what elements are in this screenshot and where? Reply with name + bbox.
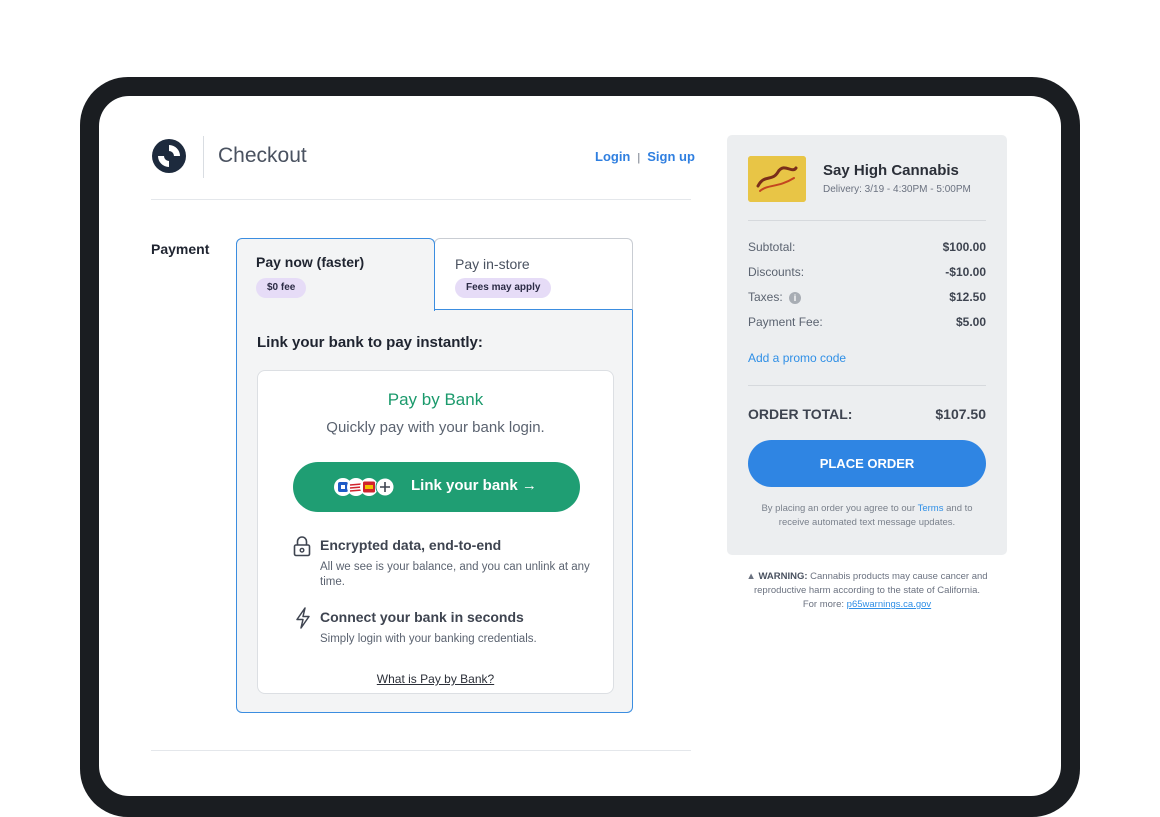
pay-by-bank-subtitle: Quickly pay with your bank login. <box>326 419 545 436</box>
subtotal-label: Subtotal: <box>748 240 796 254</box>
payment-fee-row: Payment Fee: $5.00 <box>748 315 986 329</box>
feature-connect-title: Connect your bank in seconds <box>320 609 524 625</box>
discounts-row: Discounts: -$10.00 <box>748 265 986 279</box>
summary-divider-total <box>748 385 986 386</box>
order-summary: Say High Cannabis Delivery: 3/19 - 4:30P… <box>727 135 1007 555</box>
brand-logo-icon <box>152 139 186 173</box>
warning-more: For more: <box>802 599 847 610</box>
order-total-label: ORDER TOTAL: <box>748 406 853 422</box>
tab-pay-now-badge: $0 fee <box>256 278 307 298</box>
auth-links: Login | Sign up <box>595 149 695 164</box>
what-is-pay-by-bank-link[interactable]: What is Pay by Bank? <box>258 672 613 686</box>
checkout-screen: Checkout Login | Sign up Payment Link your… <box>99 96 1061 796</box>
link-bank-heading: Link your bank to pay instantly: <box>257 334 483 351</box>
feature-connect-desc: Simply login with your banking credentia… <box>320 633 537 645</box>
lightning-icon <box>296 607 310 629</box>
page-title: Checkout <box>218 144 307 167</box>
store-name: Say High Cannabis <box>823 162 959 179</box>
lock-icon <box>293 536 311 557</box>
store-logo <box>748 156 806 202</box>
subtotal-value: $100.00 <box>942 240 986 254</box>
agreement-text: By placing an order you agree to our Ter… <box>748 502 986 530</box>
terms-link[interactable]: Terms <box>918 503 944 514</box>
order-total-row: ORDER TOTAL: $107.50 <box>748 406 986 422</box>
link-bank-button-label: Link your bank → <box>411 477 537 494</box>
taxes-label: Taxes: <box>748 290 783 304</box>
summary-divider <box>748 220 986 221</box>
payment-section-label: Payment <box>151 241 210 257</box>
delivery-window: Delivery: 3/19 - 4:30PM - 5:00PM <box>823 184 971 195</box>
discounts-label: Discounts: <box>748 265 805 279</box>
tab-pay-now-title: Pay now (faster) <box>256 254 365 270</box>
info-icon[interactable]: i <box>789 291 802 304</box>
subtotal-row: Subtotal: $100.00 <box>748 240 986 254</box>
bank-logos-icon <box>334 477 395 497</box>
auth-separator: | <box>637 152 641 164</box>
place-order-button[interactable]: PLACE ORDER <box>748 440 986 487</box>
add-promo-code-link[interactable]: Add a promo code <box>748 351 846 365</box>
tab-pay-now[interactable]: Pay now (faster) $0 fee <box>236 238 435 311</box>
login-link[interactable]: Login <box>595 149 630 164</box>
prop65-warning: ▲ WARNING: Cannabis products may cause c… <box>735 570 999 612</box>
payment-panel: Link your bank to pay instantly: Pay by … <box>236 309 633 713</box>
taxes-value: $12.50 <box>949 290 986 304</box>
header-divider <box>203 136 204 178</box>
section-divider <box>151 750 691 751</box>
discounts-value: -$10.00 <box>945 265 986 279</box>
agreement-text-before: By placing an order you agree to our <box>761 503 918 514</box>
payment-fee-label: Payment Fee: <box>748 315 823 329</box>
payment-fee-value: $5.00 <box>955 315 986 329</box>
feature-encrypted-desc: All we see is your balance, and you can … <box>320 561 590 588</box>
taxes-row: Taxes: i $12.50 <box>748 290 986 304</box>
order-total-value: $107.50 <box>935 406 986 422</box>
signup-link[interactable]: Sign up <box>647 149 695 164</box>
tab-pay-in-store[interactable]: Pay in-store Fees may apply <box>434 238 633 310</box>
warning-icon: ▲ <box>746 571 756 582</box>
feature-encrypted-title: Encrypted data, end-to-end <box>320 537 502 553</box>
header-divider-line <box>151 199 691 200</box>
link-bank-button[interactable]: Link your bank → <box>293 462 580 512</box>
tab-pay-in-store-badge: Fees may apply <box>455 278 552 298</box>
pay-by-bank-card: Pay by Bank Quickly pay with your bank l… <box>257 370 614 694</box>
warning-label: WARNING: <box>758 571 808 582</box>
tab-pay-in-store-title: Pay in-store <box>455 256 530 272</box>
p65-warnings-link[interactable]: p65warnings.ca.gov <box>847 599 932 610</box>
store-logo-icon <box>748 156 806 202</box>
pay-by-bank-title: Pay by Bank <box>387 390 484 409</box>
